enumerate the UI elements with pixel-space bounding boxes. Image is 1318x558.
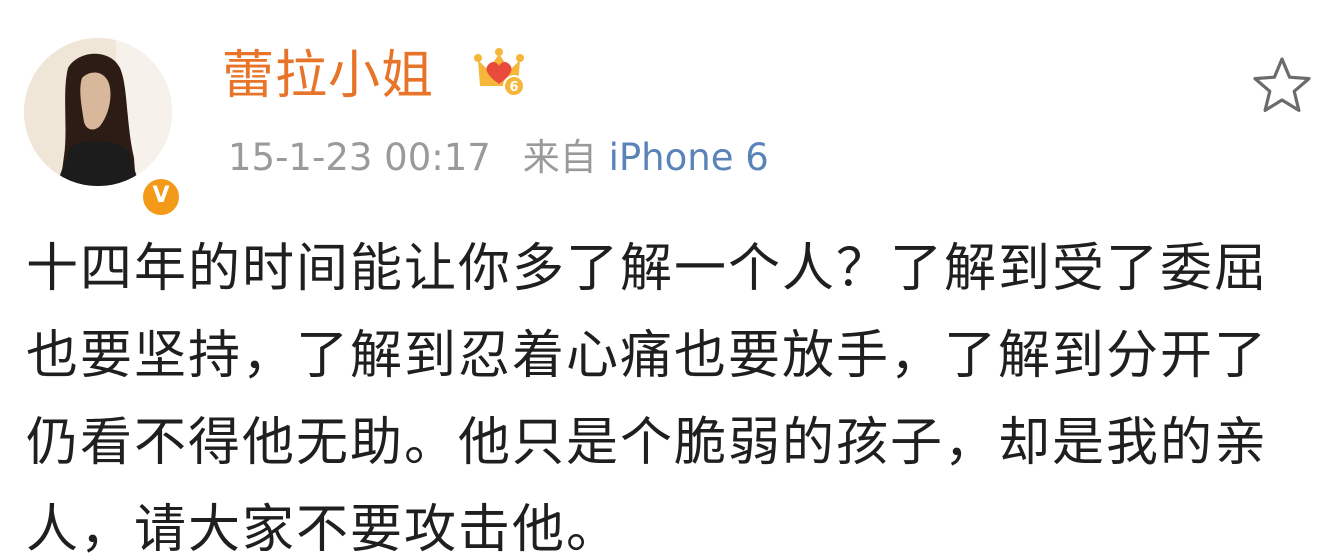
username[interactable]: 蕾拉小姐 [222,44,434,108]
post-meta: 15-1-23 00:17 来自 iPhone 6 [228,132,769,184]
verified-badge-icon: V [140,176,182,218]
verified-badge-letter: V [152,183,170,208]
avatar[interactable] [24,38,172,186]
avatar-image [24,38,172,186]
star-outline-icon[interactable] [1250,54,1314,118]
weibo-post: V 蕾拉小姐 6 15-1-23 00:17 来自 iPhone 6 十四年的时间… [0,0,1318,558]
post-timestamp: 15-1-23 00:17 [228,136,491,179]
source-prefix: 来自 [522,136,597,179]
svg-text:6: 6 [509,80,518,95]
post-content: 十四年的时间能让你多了解一个人？了解到受了委屈也要坚持，了解到忍着心痛也要放手，… [26,239,1269,558]
vip-crown-heart-icon: 6 [474,48,525,97]
device-link[interactable]: iPhone 6 [609,136,769,179]
avatar-container[interactable]: V [24,38,182,218]
